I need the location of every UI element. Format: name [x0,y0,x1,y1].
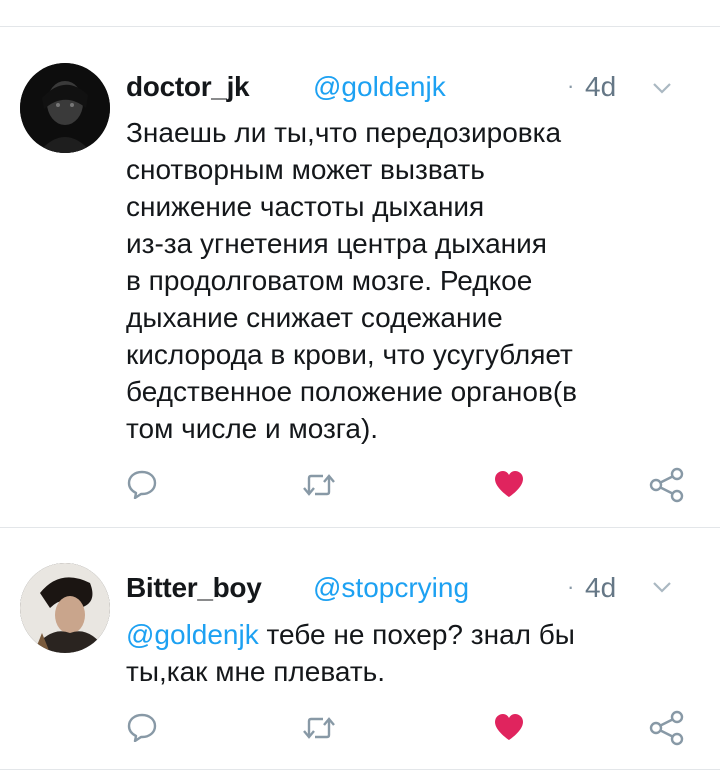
reply-icon [127,470,157,499]
tweet-1[interactable]: doctor_jk @goldenjk · 4d Знаешь ли ты,чт… [0,27,720,527]
timestamp: 4d [585,71,617,102]
username-handle[interactable]: @stopcrying [313,572,469,604]
tweet-2[interactable]: Bitter_boy @stopcrying · 4d @goldenjk те… [0,528,720,772]
retweet-button[interactable] [301,714,337,742]
like-heart-icon [495,471,523,497]
tweet-text: @goldenjk тебе не похер? знал бы ты,как … [126,616,686,690]
reply-button[interactable] [126,469,158,499]
tweet-text: Знаешь ли ты,что передозировка снотворны… [126,117,578,444]
display-name[interactable]: doctor_jk [126,71,250,103]
share-button[interactable] [648,467,686,503]
share-icon [649,710,684,746]
chevron-down-icon[interactable] [652,81,672,95]
username-handle[interactable]: @goldenjk [313,71,446,103]
retweet-icon [303,717,335,739]
retweet-icon [303,474,335,496]
avatar[interactable] [20,563,110,653]
share-button[interactable] [648,710,686,746]
like-button[interactable] [494,713,524,741]
timestamp: 4d [585,572,617,603]
retweet-button[interactable] [301,471,337,499]
mention-link[interactable]: @goldenjk [126,619,259,650]
separator-dot: · [567,574,575,599]
reply-icon [127,713,157,742]
like-button[interactable] [494,470,524,498]
bottom-divider [0,769,720,770]
like-heart-icon [495,714,523,740]
share-icon [649,467,684,503]
separator-dot: · [567,73,575,98]
avatar[interactable] [20,63,110,153]
chevron-down-icon[interactable] [652,580,672,594]
display-name[interactable]: Bitter_boy [126,572,262,604]
reply-button[interactable] [126,712,158,742]
